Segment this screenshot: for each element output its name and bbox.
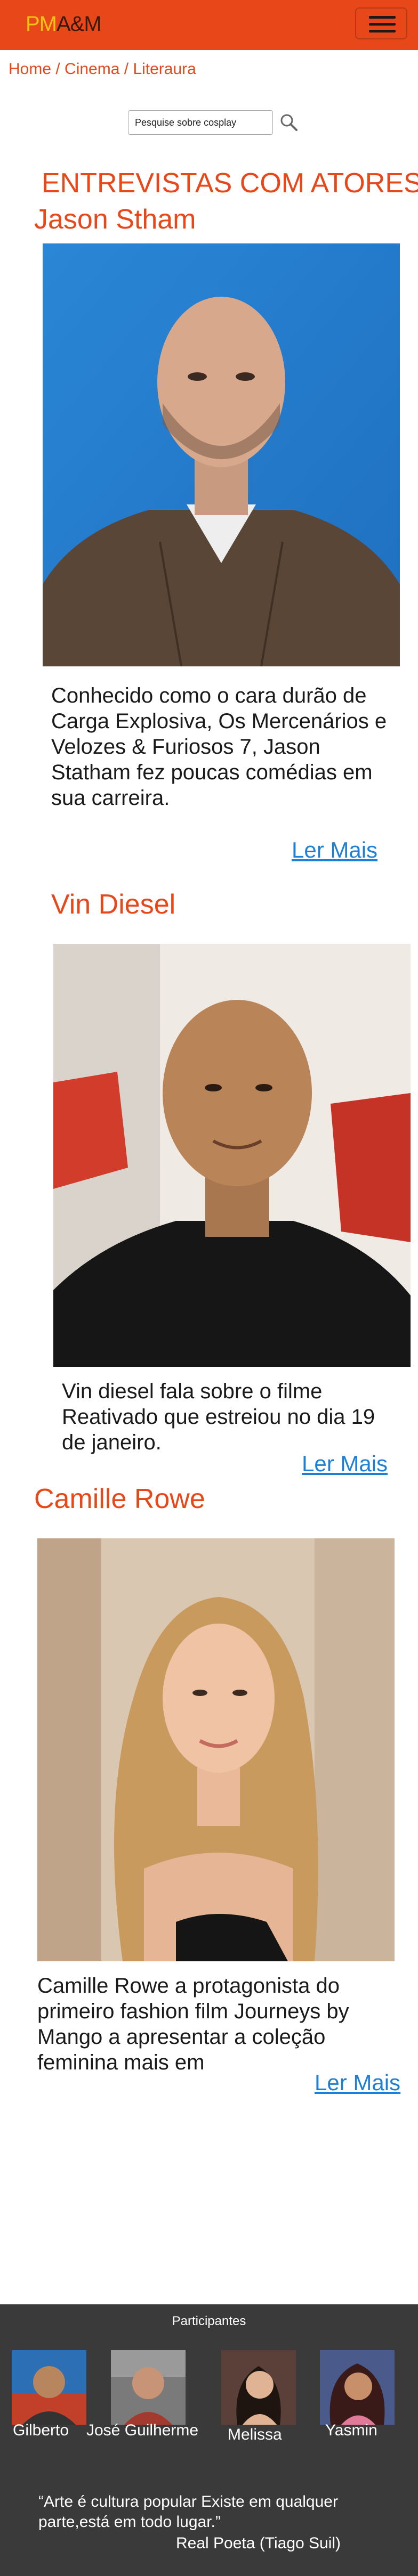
breadcrumb-home[interactable]: Home [9, 60, 51, 78]
participant-name: Melissa [228, 2426, 282, 2443]
participant-name: Yasmin [325, 2422, 377, 2439]
avatar [111, 2350, 186, 2425]
navbar: PMA&M [0, 0, 418, 50]
section-title: ENTREVISTAS COM ATORES [42, 168, 418, 199]
actor-description-jason: Conhecido como o cara durão de Carga Exp… [51, 684, 387, 810]
hamburger-bar [369, 23, 396, 26]
actor-photo-camille [37, 1538, 395, 1961]
participant-jose-guilherme[interactable]: José Guilherme [86, 2350, 198, 2439]
footer-quote: “Arte é cultura popular Existe em qualqu… [38, 2493, 338, 2531]
read-more-link-jason[interactable]: Ler Mais [292, 837, 377, 863]
participant-gilberto[interactable]: Gilberto [7, 2350, 93, 2439]
breadcrumb-separator: / [119, 60, 133, 78]
actor-description-vin: Vin diesel fala sobre o filme Reativado … [62, 1380, 375, 1454]
breadcrumb-cinema[interactable]: Cinema [65, 60, 119, 78]
actor-description-camille: Camille Rowe a protagonista do primeiro … [37, 1974, 349, 2074]
actor-name-jason: Jason Stham [34, 204, 196, 235]
brand-logo[interactable]: PMA&M [26, 12, 102, 36]
read-more-link-camille[interactable]: Ler Mais [315, 2070, 400, 2096]
footer-quote-author: Real Poeta (Tiago Suil) [176, 2534, 341, 2552]
avatar [12, 2350, 86, 2425]
search-icon[interactable] [278, 112, 300, 133]
breadcrumb-literatura[interactable]: Literaura [133, 60, 196, 78]
avatar [221, 2350, 296, 2425]
actor-photo-jason [43, 243, 400, 666]
hamburger-icon[interactable] [355, 7, 407, 39]
breadcrumb: Home / Cinema / Literaura [9, 60, 196, 79]
participant-name: José Guilherme [86, 2422, 199, 2439]
footer: Participantes Gilberto José Guilherme Me… [0, 2304, 418, 2576]
footer-title: Participantes [172, 2314, 246, 2328]
actor-name-camille: Camille Rowe [34, 1483, 205, 1514]
actor-photo-vin [53, 944, 411, 1367]
hamburger-bar [369, 30, 396, 32]
actor-name-vin: Vin Diesel [51, 889, 176, 920]
participant-yasmin[interactable]: Yasmin [315, 2350, 400, 2439]
participant-melissa[interactable]: Melissa [216, 2350, 301, 2443]
read-more-link-vin[interactable]: Ler Mais [302, 1451, 388, 1477]
brand-pm: PM [26, 12, 57, 36]
participant-name: Gilberto [13, 2422, 69, 2439]
search-input[interactable] [128, 110, 273, 135]
breadcrumb-separator: / [51, 60, 65, 78]
hamburger-bar [369, 16, 396, 19]
avatar [320, 2350, 395, 2425]
brand-am: A&M [57, 12, 102, 36]
